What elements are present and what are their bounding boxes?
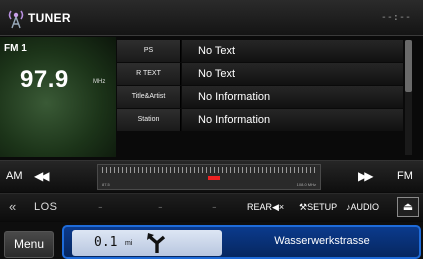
antenna-icon — [8, 10, 24, 29]
eject-button[interactable]: ⏏ — [397, 197, 419, 217]
turn-arrow-icon — [147, 233, 166, 253]
distance-box: 0.1 mi — [72, 230, 222, 256]
info-value: No Information — [182, 86, 403, 108]
eject-icon: ⏏ — [402, 201, 414, 213]
info-label: Station — [117, 109, 181, 131]
scrollbar-thumb[interactable] — [405, 40, 412, 92]
info-table: PS No Text R TEXT No Text Title&Artist N… — [117, 40, 403, 132]
info-label: R TEXT — [117, 63, 181, 85]
screen-title: TUNER — [28, 11, 71, 25]
info-row-station[interactable]: Station No Information — [117, 109, 403, 131]
speaker-mute-icon: ◀× — [272, 202, 285, 212]
info-value: No Information — [182, 109, 403, 131]
info-label: PS — [117, 40, 181, 62]
tuner-screen: TUNER --:-- FM 1 97.9 MHz PS No Text R T… — [0, 0, 423, 259]
empty-slot-divider: - — [98, 198, 103, 214]
seek-down-icon[interactable]: ◀◀ — [34, 169, 50, 183]
info-label: Title&Artist — [117, 86, 181, 108]
audio-label: AUDIO — [350, 202, 380, 212]
info-row-ps[interactable]: PS No Text — [117, 40, 403, 62]
los-button[interactable]: LOS — [34, 201, 58, 213]
scale-ticks — [102, 167, 316, 173]
function-row: « LOS - - - REAR◀× ⚒SETUP ♪AUDIO ⏏ — [0, 193, 423, 221]
frequency-marker — [208, 176, 220, 180]
street-name: Wasserwerkstrasse — [274, 235, 370, 247]
frequency-display: 97.9 — [20, 66, 69, 93]
audio-button[interactable]: ♪AUDIO — [346, 202, 379, 212]
scale-max-label: 108.0 MHz — [296, 182, 316, 187]
setup-label: SETUP — [307, 202, 338, 212]
chevron-left-icon[interactable]: « — [9, 199, 16, 214]
fm-band-button[interactable]: FM — [397, 170, 413, 182]
info-row-radio-text[interactable]: R TEXT No Text — [117, 63, 403, 85]
rear-label: REAR — [247, 202, 273, 212]
scale-min-label: 87.5 — [102, 182, 110, 187]
rear-mute-button[interactable]: REAR◀× — [247, 202, 284, 213]
seek-row: AM ◀◀ 87.5 108.0 MHz ▶▶ FM — [0, 160, 423, 192]
band-panel — [0, 37, 116, 157]
title-bar: TUNER --:-- — [0, 0, 423, 36]
clock: --:-- — [380, 12, 411, 23]
info-value: No Text — [182, 40, 403, 62]
distance-unit: mi — [125, 240, 133, 247]
seek-up-icon[interactable]: ▶▶ — [358, 169, 374, 183]
navigation-guidance-panel[interactable]: 0.1 mi Wasserwerkstrasse — [62, 225, 421, 259]
info-row-title-artist[interactable]: Title&Artist No Information — [117, 86, 403, 108]
setup-button[interactable]: ⚒SETUP — [299, 202, 337, 213]
wrench-icon: ⚒ — [299, 202, 308, 212]
info-scrollbar[interactable] — [405, 40, 412, 155]
frequency-unit: MHz — [93, 79, 106, 85]
turn-distance: 0.1 — [94, 235, 118, 250]
band-label: FM 1 — [4, 43, 27, 54]
frequency-scale[interactable]: 87.5 108.0 MHz — [97, 164, 321, 190]
am-band-button[interactable]: AM — [6, 170, 23, 182]
navigation-bar: Menu 0.1 mi Wasserwerkstrasse — [0, 222, 423, 259]
menu-button[interactable]: Menu — [4, 231, 54, 258]
empty-slot-divider: - — [212, 198, 217, 214]
empty-slot-divider: - — [158, 198, 163, 214]
info-value: No Text — [182, 63, 403, 85]
